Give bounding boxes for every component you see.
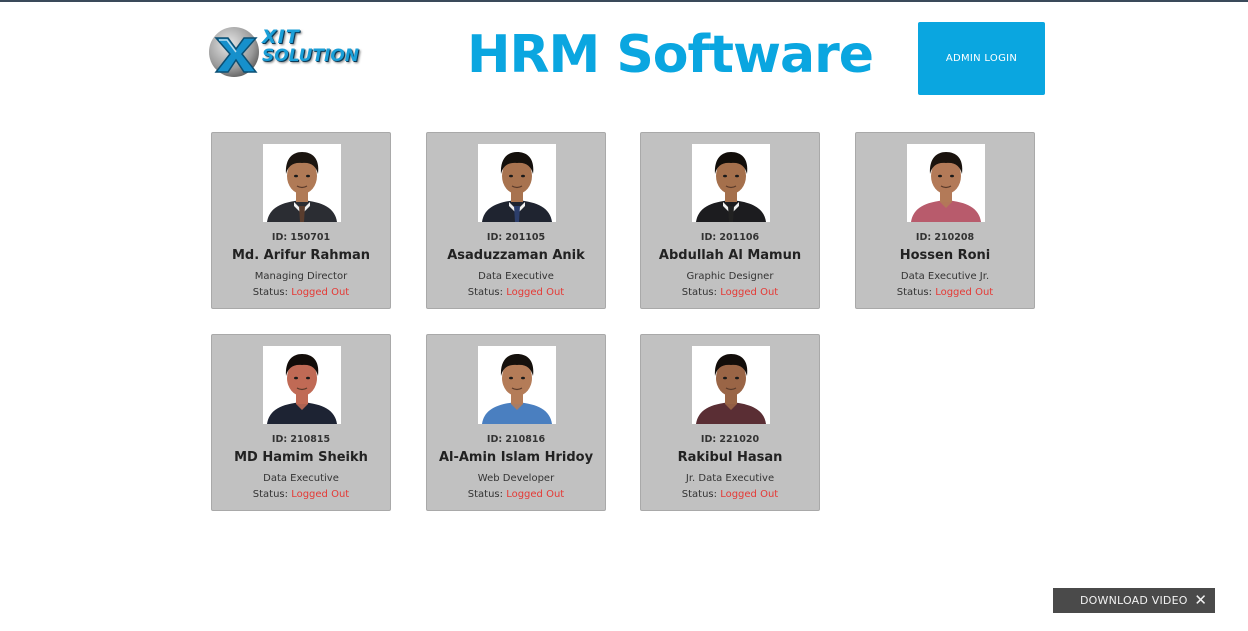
employee-status: Status: Logged Out (212, 287, 390, 298)
status-label: Status: (896, 287, 932, 298)
person-avatar-icon (478, 346, 556, 424)
employee-role: Managing Director (254, 271, 348, 282)
employee-card[interactable]: ID: 210208 Hossen Roni Data Executive Jr… (855, 132, 1035, 309)
status-value: Logged Out (291, 287, 350, 298)
close-icon[interactable]: ✕ (1194, 592, 1207, 608)
employee-role: Web Developer (477, 473, 555, 484)
employee-card[interactable]: ID: 201105 Asaduzzaman Anik Data Executi… (426, 132, 606, 309)
company-logo[interactable]: XIT SOLUTION (206, 24, 366, 84)
employee-photo (692, 346, 770, 424)
employee-card[interactable]: ID: 210816 Al-Amin Islam Hridoy Web Deve… (426, 334, 606, 511)
employee-photo (907, 144, 985, 222)
employee-status: Status: Logged Out (427, 287, 605, 298)
employee-id: ID: 210815 (271, 434, 331, 445)
employee-name: Rakibul Hasan (677, 450, 783, 465)
employee-photo (263, 346, 341, 424)
x-emblem-icon (209, 27, 259, 77)
download-video-bar: DOWNLOAD VIDEO ✕ (1053, 588, 1215, 613)
status-label: Status: (252, 287, 288, 298)
employee-photo (478, 346, 556, 424)
employee-status: Status: Logged Out (641, 287, 819, 298)
employee-photo (478, 144, 556, 222)
employee-status: Status: Logged Out (212, 489, 390, 500)
status-label: Status: (467, 287, 503, 298)
employee-id: ID: 201106 (700, 232, 760, 243)
employee-id: ID: 210208 (915, 232, 975, 243)
employee-photo (263, 144, 341, 222)
employee-status: Status: Logged Out (641, 489, 819, 500)
employee-name: Abdullah Al Mamun (658, 248, 802, 263)
employee-card[interactable]: ID: 201106 Abdullah Al Mamun Graphic Des… (640, 132, 820, 309)
employee-status: Status: Logged Out (427, 489, 605, 500)
employee-role: Data Executive (478, 271, 554, 282)
status-value: Logged Out (935, 287, 994, 298)
employee-name: Hossen Roni (899, 248, 991, 263)
person-avatar-icon (478, 144, 556, 222)
employee-id: ID: 221020 (700, 434, 760, 445)
employee-name: MD Hamim Sheikh (234, 450, 368, 465)
status-value: Logged Out (720, 489, 779, 500)
status-value: Logged Out (291, 489, 350, 500)
employee-role: Graphic Designer (686, 271, 774, 282)
employee-photo (692, 144, 770, 222)
employee-name: Al-Amin Islam Hridoy (438, 450, 594, 465)
employee-name: Asaduzzaman Anik (447, 248, 585, 263)
status-value: Logged Out (720, 287, 779, 298)
employee-name: Md. Arifur Rahman (231, 248, 371, 263)
admin-login-button[interactable]: ADMIN LOGIN (918, 22, 1045, 95)
logo-line-2: SOLUTION (262, 46, 360, 66)
status-label: Status: (467, 489, 503, 500)
person-avatar-icon (692, 144, 770, 222)
employee-card[interactable]: ID: 210815 MD Hamim Sheikh Data Executiv… (211, 334, 391, 511)
person-avatar-icon (263, 144, 341, 222)
employee-role: Data Executive Jr. (900, 271, 990, 282)
status-value: Logged Out (506, 287, 565, 298)
employee-role: Data Executive (263, 473, 339, 484)
person-avatar-icon (907, 144, 985, 222)
person-avatar-icon (692, 346, 770, 424)
employee-id: ID: 210816 (486, 434, 546, 445)
employee-id: ID: 150701 (271, 232, 331, 243)
person-avatar-icon (263, 346, 341, 424)
download-video-button[interactable]: DOWNLOAD VIDEO (1053, 594, 1188, 607)
employee-role: Jr. Data Executive (685, 473, 775, 484)
logo-wordmark: XIT SOLUTION (262, 28, 359, 65)
status-value: Logged Out (506, 489, 565, 500)
status-label: Status: (252, 489, 288, 500)
logo-line-1: XIT (262, 26, 300, 48)
status-label: Status: (681, 489, 717, 500)
status-label: Status: (681, 287, 717, 298)
employee-id: ID: 201105 (486, 232, 546, 243)
employee-card[interactable]: ID: 221020 Rakibul Hasan Jr. Data Execut… (640, 334, 820, 511)
employee-card[interactable]: ID: 150701 Md. Arifur Rahman Managing Di… (211, 132, 391, 309)
employee-status: Status: Logged Out (856, 287, 1034, 298)
page-title: HRM Software (466, 25, 874, 85)
